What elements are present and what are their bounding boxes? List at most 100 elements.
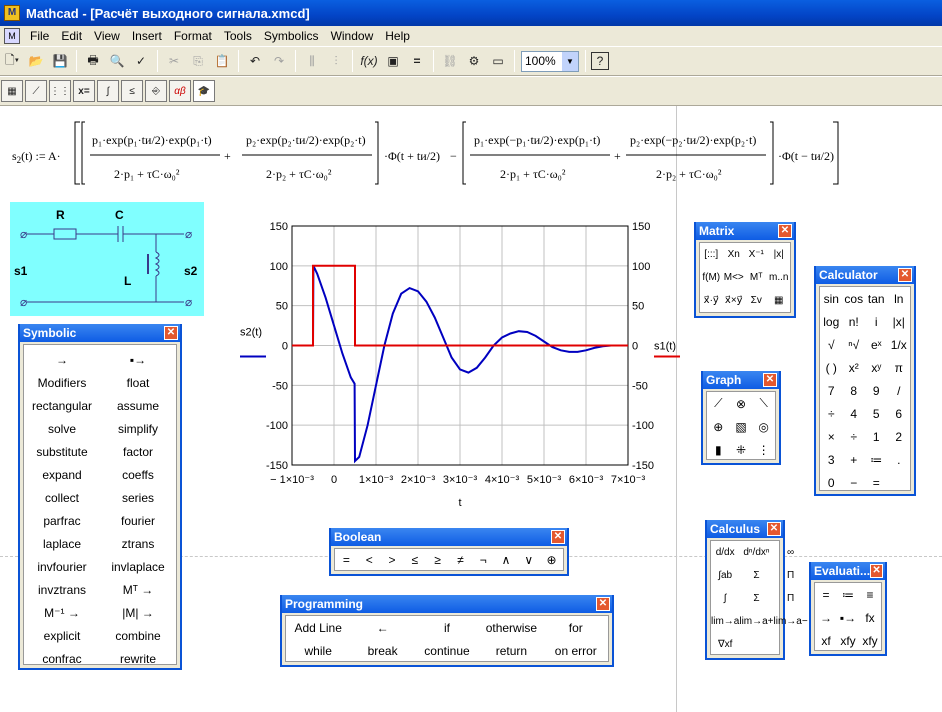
copy-icon[interactable]: ⎘ <box>187 50 209 72</box>
calculator-palette-button[interactable]: xʸ <box>865 356 888 379</box>
symbolic-toolbar-icon[interactable]: 🎓 <box>193 80 215 102</box>
calculator-toolbar-icon[interactable]: ▦ <box>1 80 23 102</box>
menu-insert[interactable]: Insert <box>126 29 168 43</box>
matrix-palette-button[interactable]: Mᵀ <box>745 266 768 289</box>
matrix-palette-button[interactable]: X⁻¹ <box>745 243 768 266</box>
matrix-palette-button[interactable]: M<> <box>723 266 746 289</box>
symbolic-palette-button[interactable]: factor <box>100 440 176 463</box>
print-icon[interactable]: 🖶 <box>82 50 104 72</box>
print-preview-icon[interactable]: 🔍 <box>106 50 128 72</box>
evaluation-palette-button[interactable]: ▪→ <box>837 606 859 629</box>
calculator-palette-button[interactable]: 3 <box>820 448 843 471</box>
signal-plot[interactable]: 150 150 100 100 50 50 0 0 -50 -50 -100 -100 -150 -150… <box>230 214 680 514</box>
calculus-palette-button[interactable]: lim→a <box>711 610 739 633</box>
calculator-palette-button[interactable]: ln <box>888 287 911 310</box>
calculator-palette-button[interactable]: |x| <box>888 310 911 333</box>
close-icon[interactable]: ✕ <box>778 224 792 238</box>
boolean-palette-button[interactable]: ¬ <box>472 549 495 571</box>
symbolic-palette-button[interactable]: fourier <box>100 509 176 532</box>
boolean-palette-button[interactable]: ⊕ <box>540 549 563 571</box>
calculator-palette-button[interactable]: 1 <box>865 425 888 448</box>
graph-palette-button[interactable]: ⁜ <box>730 438 753 461</box>
calculate-icon[interactable]: = <box>406 50 428 72</box>
close-icon[interactable]: ✕ <box>164 326 178 340</box>
calculator-palette[interactable]: Calculator ✕ sin cos tan ln log n! i |x| √ ⁿ√ eˣ 1/x… <box>814 266 916 496</box>
greek-toolbar-icon[interactable]: αβ <box>169 80 191 102</box>
formula-s2[interactable]: s2(t) := A· p₁·exp(p₁·tи/2)·exp(p₁·t) 2·… <box>10 118 840 188</box>
menu-edit[interactable]: Edit <box>55 29 88 43</box>
calculus-palette-button[interactable]: ∫ <box>711 587 739 610</box>
graph-palette-button[interactable]: ⟋ <box>707 392 730 415</box>
calculator-palette-button[interactable]: tan <box>865 287 888 310</box>
calculator-palette-button[interactable]: n! <box>843 310 866 333</box>
matrix-palette-button[interactable]: ▦ <box>768 289 791 312</box>
graph-palette-button[interactable]: ▧ <box>730 415 753 438</box>
resource-center-icon[interactable]: ▭ <box>487 50 509 72</box>
calculator-palette-button[interactable]: 5 <box>865 402 888 425</box>
calculator-palette-button[interactable]: 1/x <box>888 333 911 356</box>
symbolic-palette-button[interactable]: assume <box>100 394 176 417</box>
calculator-palette-button[interactable]: − <box>843 471 866 494</box>
close-icon[interactable]: ✕ <box>898 268 912 282</box>
close-icon[interactable]: ✕ <box>551 530 565 544</box>
graph-palette-button[interactable]: ▮ <box>707 438 730 461</box>
boolean-palette-button[interactable]: ∧ <box>495 549 518 571</box>
menu-tools[interactable]: Tools <box>218 29 258 43</box>
symbolic-palette-button[interactable]: ▪→ <box>100 348 176 371</box>
calculus-palette-button[interactable]: Π <box>774 587 808 610</box>
boolean-palette-button[interactable]: > <box>381 549 404 571</box>
symbolic-palette-button[interactable]: → <box>24 348 100 371</box>
spell-check-icon[interactable]: ✓ <box>130 50 152 72</box>
matrix-palette-button[interactable]: Xn <box>723 243 746 266</box>
evaluation-toolbar-icon[interactable]: x= <box>73 80 95 102</box>
symbolic-palette-button[interactable]: Modifiers <box>24 371 100 394</box>
matrix-palette-button[interactable]: x⃗·y⃗ <box>700 289 723 312</box>
calculator-palette-button[interactable]: ⁿ√ <box>843 333 866 356</box>
calculus-palette-button[interactable]: lim→a+ <box>739 610 773 633</box>
matrix-palette-button[interactable]: Σv <box>745 289 768 312</box>
symbolic-palette-button[interactable]: coeffs <box>100 463 176 486</box>
programming-palette-button[interactable]: for <box>544 616 608 639</box>
evaluation-palette-button[interactable]: xfy <box>837 629 859 652</box>
calculator-palette-button[interactable]: cos <box>843 287 866 310</box>
calculator-palette-button[interactable]: / <box>888 379 911 402</box>
programming-palette-button[interactable]: break <box>350 639 414 662</box>
calculator-palette-button[interactable]: ≔ <box>865 448 888 471</box>
paste-icon[interactable]: 📋 <box>211 50 233 72</box>
evaluation-palette-button[interactable]: ≡ <box>859 583 881 606</box>
evaluation-palette-button[interactable]: = <box>815 583 837 606</box>
calculus-palette-button[interactable]: ∇xf <box>711 633 739 656</box>
graph-palette-button[interactable]: ⋮ <box>752 438 775 461</box>
programming-palette-button[interactable]: continue <box>415 639 479 662</box>
symbolic-palette-button[interactable]: ztrans <box>100 532 176 555</box>
calculator-palette-button[interactable]: ÷ <box>820 402 843 425</box>
calculator-palette-button[interactable]: sin <box>820 287 843 310</box>
matrix-palette-button[interactable]: x⃗×y⃗ <box>723 289 746 312</box>
symbolic-palette-button[interactable]: |M| → <box>100 601 176 624</box>
boolean-palette-button[interactable]: ≤ <box>403 549 426 571</box>
matrix-palette-button[interactable]: m..n <box>768 266 791 289</box>
symbolic-palette-button[interactable]: laplace <box>24 532 100 555</box>
menu-file[interactable]: File <box>24 29 55 43</box>
menu-symbolics[interactable]: Symbolics <box>258 29 325 43</box>
programming-palette-button[interactable]: return <box>479 639 543 662</box>
align-across-icon[interactable]: ⫼ <box>301 50 323 72</box>
insert-hyperlink-icon[interactable]: ⛓ <box>439 50 461 72</box>
boolean-palette-button[interactable]: < <box>358 549 381 571</box>
programming-palette-button[interactable]: Add Line <box>286 616 350 639</box>
symbolic-palette-button[interactable]: invlaplace <box>100 555 176 578</box>
symbolic-palette-button[interactable]: explicit <box>24 624 100 647</box>
graph-palette[interactable]: Graph ✕ ⟋ ⊗ ⟍ ⊕ ▧ ◎ ▮ ⁜ ⋮ <box>701 371 781 465</box>
boolean-palette-button[interactable]: ≠ <box>449 549 472 571</box>
calculus-palette-button[interactable]: ∞ <box>774 541 808 564</box>
symbolic-palette-button[interactable]: simplify <box>100 417 176 440</box>
boolean-palette[interactable]: Boolean ✕ = < > ≤ ≥ ≠ ¬ ∧ ∨ ⊕ <box>329 528 569 576</box>
evaluation-palette-button[interactable]: xf <box>815 629 837 652</box>
symbolic-palette-button[interactable]: float <box>100 371 176 394</box>
chevron-down-icon[interactable]: ▼ <box>562 51 578 71</box>
close-icon[interactable]: ✕ <box>767 522 781 536</box>
component-wizard-icon[interactable]: ⚙ <box>463 50 485 72</box>
boolean-palette-button[interactable]: = <box>335 549 358 571</box>
symbolic-palette-button[interactable]: collect <box>24 486 100 509</box>
calculus-palette-button[interactable]: Σ <box>739 564 773 587</box>
